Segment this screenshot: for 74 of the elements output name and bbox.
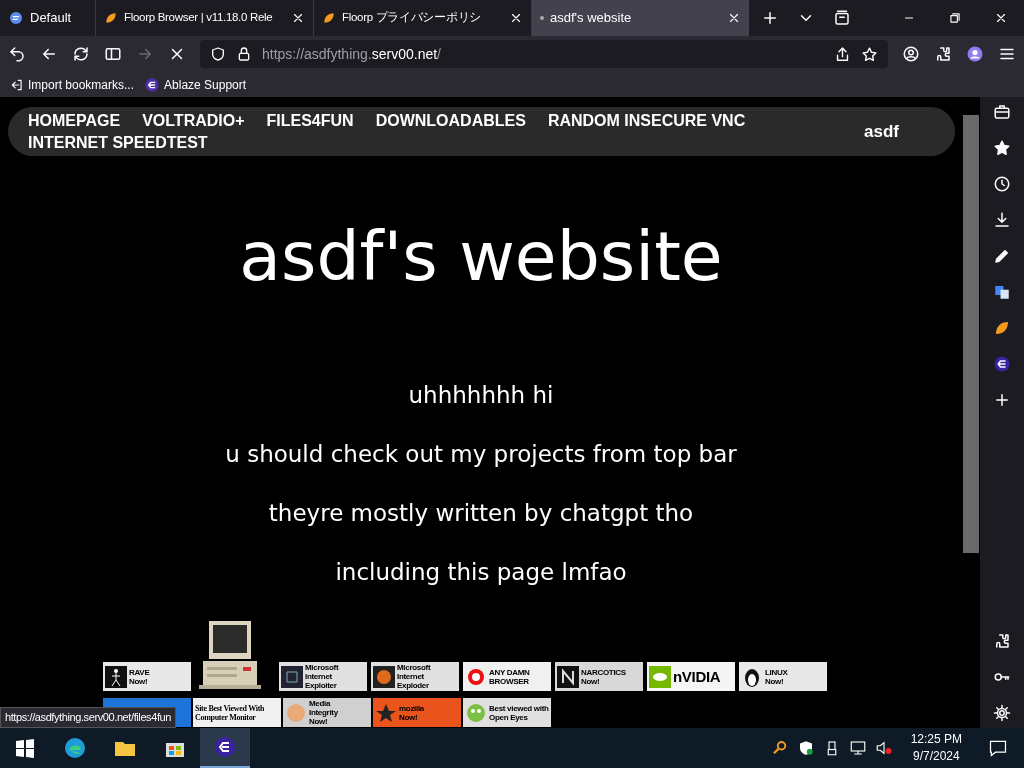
nav-link[interactable]: VOLTRADIO+ (142, 109, 245, 132)
badge-text: LINUX Now! (765, 667, 788, 686)
badge-logo-icon (105, 665, 127, 688)
briefcase-icon[interactable] (993, 103, 1011, 121)
badge-text: Microsoft Internet Exploiter (305, 663, 339, 690)
address-bar[interactable]: https://asdfything.serv00.net/ (200, 40, 888, 68)
badge-text: nVIDIA (673, 668, 721, 685)
settings-icon[interactable] (993, 704, 1011, 722)
nav-link[interactable]: DOWNLOADABLES (375, 109, 526, 132)
nav-link[interactable]: INTERNET SPEEDTEST (28, 131, 208, 154)
site-name-link[interactable]: asdf (864, 118, 899, 145)
workspace-icon (8, 10, 24, 26)
clock[interactable]: 12:25 PM 9/7/2024 (900, 731, 972, 765)
status-link-tooltip: https://asdfything.serv00.net/files4fun (0, 707, 176, 728)
tab[interactable]: Default (0, 0, 95, 36)
lock-icon (236, 46, 252, 62)
nav-link[interactable]: HOMEPAGE (28, 109, 121, 132)
reload-icon[interactable] (72, 45, 90, 63)
translate-icon[interactable] (993, 283, 1011, 301)
star-icon[interactable] (861, 45, 878, 63)
badge-text: RAVE Now! (129, 667, 150, 686)
sidebar-icon[interactable] (104, 45, 122, 63)
badge-text: ANY DAMN BROWSER (489, 667, 530, 686)
url-text: https://asdfything.serv00.net/ (262, 44, 442, 64)
badge-logo-icon (281, 665, 303, 688)
close-icon[interactable] (727, 11, 741, 25)
undo-icon[interactable] (8, 45, 26, 63)
speaker-muted-icon[interactable] (874, 739, 893, 757)
tab-title: Floorp プライバシーポリシ (342, 10, 482, 26)
pencil-icon[interactable] (993, 247, 1011, 265)
ablaze-logo-icon[interactable] (993, 355, 1011, 373)
paragraph: u should check out my projects from top bar (225, 440, 737, 469)
badge-text: Media Integrity Now! (309, 699, 338, 726)
account-icon[interactable] (902, 45, 920, 63)
close-icon[interactable] (291, 11, 305, 25)
ablaze-logo-icon (144, 76, 161, 93)
scrollbar-thumb[interactable] (963, 115, 979, 553)
tab-list-icon[interactable] (833, 9, 851, 27)
profile-icon[interactable] (966, 45, 984, 63)
badge-logo-icon (465, 701, 487, 724)
leaf-icon[interactable] (993, 319, 1011, 337)
badge-text: NARCOTICS Now! (581, 667, 626, 686)
tab-title: Floorp Browser | v11.18.0 Rele (124, 10, 274, 26)
badge-text: Best viewed with Open Eyes (489, 703, 549, 722)
network-icon[interactable] (848, 739, 867, 757)
figure-icon (285, 701, 307, 724)
star-icon[interactable] (993, 139, 1011, 157)
badge-text: Site Best Viewed With Computer Monitor (195, 703, 265, 722)
tab-title: Default (30, 9, 73, 28)
paragraph: uhhhhhhh hi (408, 381, 554, 410)
clock-icon[interactable] (993, 175, 1011, 193)
plus-icon[interactable] (993, 391, 1011, 409)
leaf-icon (322, 11, 336, 25)
bookmark[interactable]: Import bookmarks... (10, 75, 135, 94)
import-icon (10, 77, 24, 92)
page-heading: asdf's website (239, 216, 723, 298)
tab-title: asdf's website (550, 9, 633, 28)
paragraph: theyre mostly written by chatgpt tho (268, 499, 694, 528)
nav-link[interactable]: RANDOM INSECURE VNC (547, 109, 746, 132)
ablaze-logo-icon[interactable] (200, 728, 250, 768)
paragraph: including this page lmfao (335, 558, 627, 587)
nav-link[interactable]: FILES4FUN (266, 109, 354, 132)
badge-logo-icon (373, 665, 395, 688)
shield-icon (210, 46, 226, 62)
close-icon[interactable] (509, 11, 523, 25)
plus-icon[interactable] (761, 9, 779, 27)
leaf-icon (104, 11, 118, 25)
share-icon[interactable] (834, 45, 851, 63)
search-icon[interactable] (770, 739, 789, 757)
download-icon[interactable] (993, 211, 1011, 229)
badge-text: mozilla Now! (399, 703, 425, 722)
bookmark[interactable]: Ablaze Support (144, 75, 247, 94)
tab[interactable]: asdf's website (531, 0, 749, 36)
badge-text: Microsoft Internet Exploder (397, 663, 431, 690)
